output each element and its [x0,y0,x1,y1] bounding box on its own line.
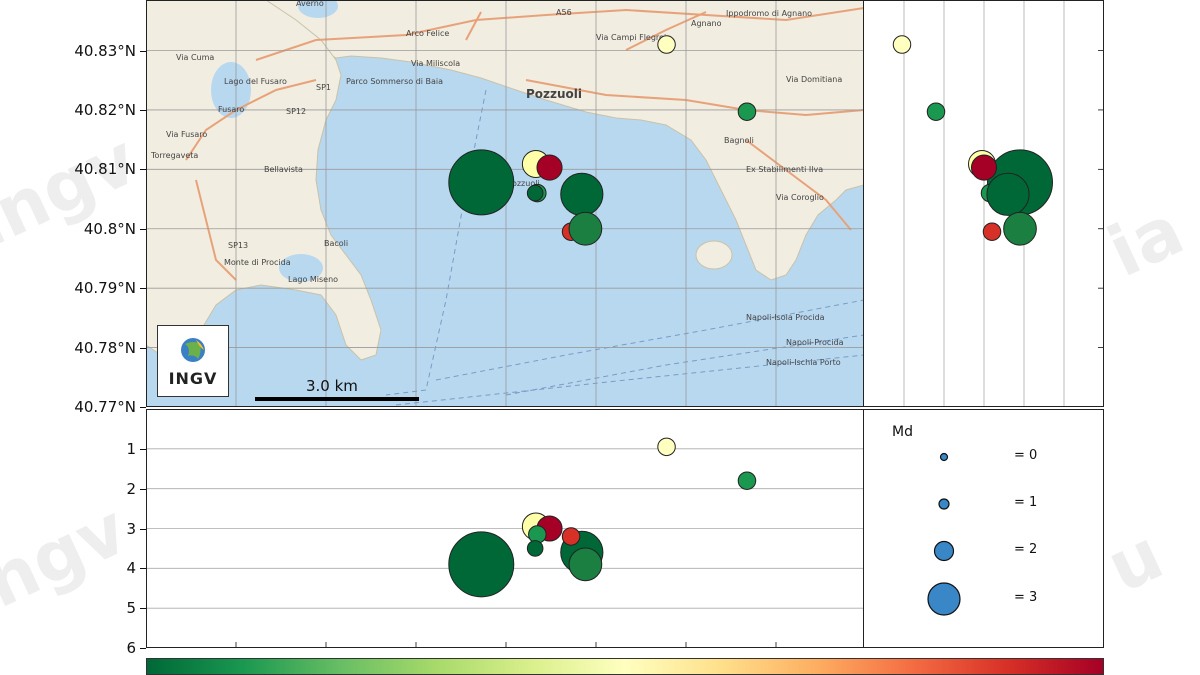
map-place-label: Bagnoli [724,136,754,145]
depth-tick [140,648,146,649]
side-event-marker [970,154,998,181]
depth-tick-label: 6 [126,639,136,657]
longitude-depth-panel[interactable] [145,409,864,649]
depth-tick-label: 4 [126,559,136,578]
nisida-island [695,240,733,270]
legend-label: = 2 [1014,542,1038,557]
map-place-label: Via Coroglio [776,193,824,202]
longitude-depth-events [448,437,757,598]
map-place-label: SP12 [286,107,306,116]
legend-label: = 1 [1014,495,1038,510]
latitude-depth-events [892,35,1053,246]
depth-event-marker [657,437,676,457]
map-place-label: Bellavista [264,165,303,174]
map-place-label: Via Campi Flegrei [596,33,666,42]
scalebar [255,397,419,401]
depth-tick-label: 3 [126,519,136,538]
depth-tick-label: 5 [126,599,136,618]
latitude-tick-label: 40.82°N [74,100,136,119]
side-event-marker [926,102,946,121]
map-place-label: Ippodromo di Agnano [726,9,812,18]
map-place-label: Pozzuoli [526,87,582,101]
map-place-label: A56 [556,8,572,17]
map-place-label: SP13 [228,241,248,250]
map-place-label: Napoli-Ischia Porto [766,358,841,367]
scalebar-label: 3.0 km [306,377,358,395]
map-place-label: Agnano [691,19,722,28]
map-place-label: Bacoli [324,239,348,248]
latitude-tick-label: 40.81°N [74,160,136,179]
map-event-marker [536,154,563,181]
map-place-label: Via Fusaro [166,130,207,139]
map-event-marker [737,102,757,121]
map-event-marker [657,35,676,54]
watermark-left: ingv [0,118,149,264]
map-place-label: Via Cuma [176,53,214,62]
map-place-label: Napoli-Procida [786,338,844,347]
map-place-label: Fusaro [218,105,244,114]
side-event-marker [986,172,1030,216]
latitude-tick-label: 40.77°N [74,398,136,416]
latitude-tick-label: 40.78°N [74,338,136,357]
map-event-marker [526,184,544,202]
map-place-label: Arco Felice [406,29,449,38]
watermark-right-lower: u [1095,513,1175,609]
magnitude-legend-border [864,409,1104,648]
magnitude-legend [864,409,1104,648]
legend-marker [933,540,955,562]
depth-event-marker [561,527,581,546]
map-place-label: Via Domitiana [786,75,842,84]
side-event-marker [1003,211,1037,246]
map-place-label: Monte di Procida [224,258,291,267]
legend-label: = 3 [1014,590,1038,605]
watermark-right: ia [1096,188,1196,294]
depth-tick-label: 2 [126,479,136,498]
epicenter-map[interactable]: Averno Arco Felice Agnano Ippodromo di Agna… [146,0,864,407]
map-place-label: Parco Sommerso di Baia [346,77,443,86]
map-place-label: Via Miliscola [411,59,460,68]
latitude-depth-panel[interactable] [864,0,1104,407]
side-event-marker [982,222,1002,241]
map-place-label: Torregaveta [150,151,198,160]
ingv-logo: INGV [157,325,229,397]
map-canvas: Averno Arco Felice Agnano Ippodromo di Agna… [146,0,864,407]
depth-tick-label: 1 [126,439,136,458]
depth-event-marker [448,531,515,598]
map-place-label: Averno [296,0,324,8]
map-place-label: Napoli-Isola Procida [746,313,825,322]
map-place-label: SP1 [316,83,331,92]
legend-label: = 0 [1014,448,1038,463]
depth-event-marker [737,471,757,490]
latitude-depth-canvas [892,0,1104,407]
latitude-tick-label: 40.83°N [74,41,136,60]
latitude-tick [140,407,146,408]
map-place-label: Ex Stabilimenti Ilva [746,165,823,174]
legend-marker [927,582,961,616]
map-event-marker [560,172,604,216]
latitude-tick-label: 40.79°N [74,279,136,298]
map-place-label: Lago Miseno [288,275,338,284]
legend-marker [939,452,949,462]
legend-markers [927,452,961,616]
map-event-marker [568,211,603,246]
map-event-marker [448,149,515,216]
map-place-label: Lago del Fusaro [224,77,287,86]
depth-event-marker [568,547,603,582]
time-colorbar [146,658,1104,675]
longitude-depth-canvas [145,437,864,649]
side-event-marker [892,35,912,54]
latitude-tick-label: 40.8°N [83,219,136,238]
depth-event-marker [526,540,544,557]
logo-text: INGV [168,369,218,388]
legend-marker [938,498,950,510]
